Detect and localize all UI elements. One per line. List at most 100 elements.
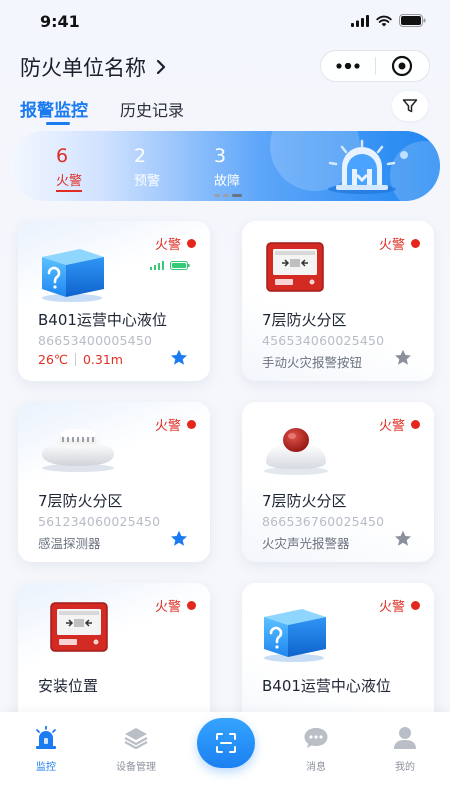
alarm-dot [411, 420, 420, 429]
close-miniprogram-button[interactable] [376, 51, 430, 81]
status-badge-label: 火警 [154, 600, 181, 615]
device-code: 456534060025450 [262, 333, 385, 348]
manual-alarm-button-icon [50, 602, 108, 652]
stat-fire-count: 6 [56, 145, 69, 167]
more-dots-icon [336, 63, 360, 69]
more-button[interactable] [321, 51, 375, 81]
nav-monitor-label: 监控 [36, 762, 56, 773]
active-tab-indicator [46, 122, 70, 125]
device-location: 7层防火分区 [262, 492, 347, 510]
chevron-right-icon [156, 59, 166, 75]
alarm-dot [187, 601, 196, 610]
status-badge: 火警 [379, 234, 420, 253]
star-icon[interactable] [170, 349, 188, 366]
device-card[interactable]: 火警 B401运营中心液位 86653400005450 26℃ 0.31m [18, 221, 210, 381]
stat-fault-count: 3 [214, 145, 227, 167]
device-card[interactable]: 火警 7层防火分区 561234060025450 感温探测器 [18, 402, 210, 562]
wifi-icon [376, 15, 392, 26]
signal-strength-icon [150, 261, 164, 270]
nav-messages-label: 消息 [306, 762, 326, 773]
device-code: 866536760025450 [262, 514, 385, 529]
scan-icon [216, 733, 236, 753]
star-icon[interactable] [394, 349, 412, 366]
stat-pre-alarm[interactable]: 2 预警 [134, 145, 160, 189]
nav-monitor[interactable]: 监控 [16, 724, 76, 773]
status-badge: 火警 [155, 415, 196, 434]
device-location: 7层防火分区 [262, 311, 347, 329]
alarm-light-illustration-icon [328, 139, 408, 194]
alarm-dot [187, 420, 196, 429]
strobe-siren-icon [264, 428, 328, 475]
tab-history[interactable]: 历史记录 [120, 97, 184, 121]
alarm-dot [187, 239, 196, 248]
stat-pre-count: 2 [134, 145, 147, 167]
device-location: B401运营中心液位 [262, 677, 391, 695]
device-location: 7层防火分区 [38, 492, 123, 510]
status-badge-label: 火警 [154, 238, 181, 253]
heat-detector-icon [42, 429, 114, 472]
star-icon[interactable] [170, 530, 188, 547]
status-badge-label: 火警 [378, 419, 405, 434]
device-reading: 26℃ 0.31m [38, 352, 123, 367]
device-code: 561234060025450 [38, 514, 161, 529]
layers-icon [124, 728, 148, 750]
device-card[interactable]: 火警 7层防火分区 866536760025450 火灾声光报警器 [242, 402, 434, 562]
status-bar: 9:41 [0, 0, 450, 44]
stat-fault-label: 故障 [214, 174, 241, 189]
banner-pager [214, 194, 242, 197]
device-card[interactable]: 火警 7层防火分区 456534060025450 手动火灾报警按钮 [242, 221, 434, 381]
org-name: 防火单位名称 [20, 56, 146, 80]
tab-alarm-monitor[interactable]: 报警监控 [20, 96, 88, 121]
alarm-dot [411, 239, 420, 248]
pager-dot [214, 194, 220, 197]
status-icons [351, 14, 426, 27]
scan-button[interactable] [197, 718, 255, 768]
stat-fire-alarm[interactable]: 6 火警 [56, 145, 83, 192]
nav-profile[interactable]: 我的 [375, 724, 435, 773]
status-badge: 火警 [379, 415, 420, 434]
org-selector[interactable]: 防火单位名称 [20, 52, 166, 82]
status-badge-label: 火警 [378, 238, 405, 253]
cube-unknown-icon [42, 249, 104, 302]
status-badge: 火警 [155, 596, 196, 615]
star-icon[interactable] [394, 530, 412, 547]
chat-bubble-icon [304, 728, 328, 748]
pager-dot [223, 194, 229, 197]
stat-pre-label: 预警 [134, 174, 161, 189]
device-code: 86653400005450 [38, 333, 153, 348]
device-type: 感温探测器 [38, 536, 101, 551]
battery-icon [399, 14, 426, 27]
stat-fire-label: 火警 [56, 170, 83, 192]
reading-divider [74, 353, 76, 366]
reading-level: 0.31m [82, 352, 123, 367]
user-icon [394, 727, 416, 749]
device-type: 火灾声光报警器 [262, 536, 350, 551]
nav-device-management[interactable]: 设备管理 [106, 724, 166, 773]
status-time: 9:41 [40, 12, 80, 31]
filter-icon [402, 99, 418, 113]
status-badge-label: 火警 [154, 419, 181, 434]
alarm-summary-banner: 6 火警 2 预警 3 故障 [10, 131, 440, 201]
reading-temperature: 26℃ [38, 352, 68, 367]
device-indicators [150, 261, 190, 270]
status-badge: 火警 [379, 596, 420, 615]
signal-icon [351, 14, 369, 27]
pager-dot-active [232, 194, 242, 197]
manual-alarm-button-icon [266, 242, 324, 292]
stat-fault[interactable]: 3 故障 [214, 145, 240, 189]
nav-device-management-label: 设备管理 [116, 762, 156, 773]
battery-level-icon [170, 261, 190, 270]
nav-profile-label: 我的 [395, 762, 415, 773]
status-badge: 火警 [155, 234, 196, 253]
alarm-dot [411, 601, 420, 610]
miniprogram-capsule [320, 50, 430, 82]
target-circle-icon [392, 55, 413, 77]
alarm-light-icon [36, 726, 56, 749]
device-location: B401运营中心液位 [38, 311, 167, 329]
device-type: 手动火灾报警按钮 [262, 355, 363, 370]
device-location: 安装位置 [38, 677, 99, 695]
nav-messages[interactable]: 消息 [286, 724, 346, 773]
cube-unknown-icon [264, 609, 326, 662]
status-badge-label: 火警 [378, 600, 405, 615]
filter-button[interactable] [392, 91, 428, 121]
